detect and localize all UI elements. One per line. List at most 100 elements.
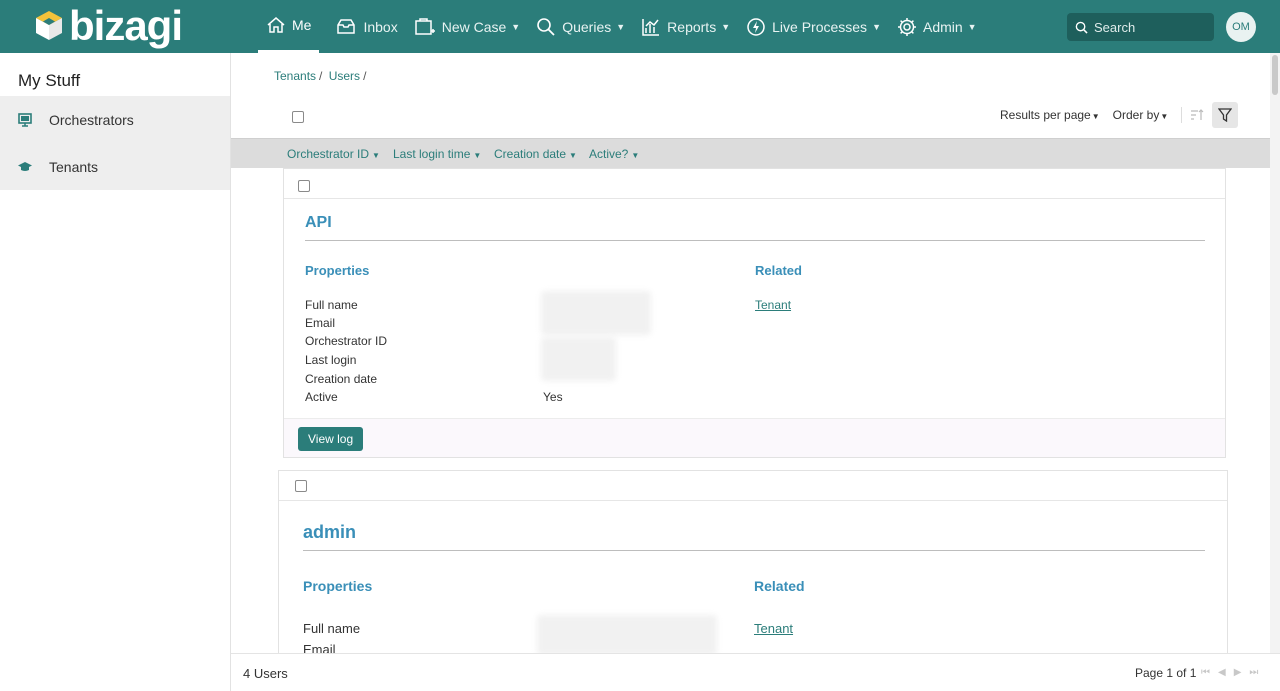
- card-checkbox[interactable]: [298, 180, 310, 192]
- caret-down-icon: ▼: [372, 151, 380, 160]
- redacted-values: [541, 337, 616, 381]
- sidebar-item-label: Orchestrators: [49, 111, 134, 128]
- list-footer: 4 Users Page 1 of 1 ⏮ ◀ ▶ ⏭: [231, 653, 1280, 691]
- nav-live-processes[interactable]: Live Processes ▼: [738, 0, 889, 53]
- sidebar-item-tenants[interactable]: Tenants: [0, 143, 230, 190]
- filter-label: Creation date: [494, 147, 567, 161]
- nav-live-processes-label: Live Processes: [772, 18, 868, 35]
- new-case-icon: [414, 17, 435, 35]
- properties-heading: Properties: [305, 263, 370, 278]
- filter-label: Last login time: [393, 147, 471, 161]
- caret-down-icon: ▼: [1091, 112, 1100, 121]
- nav-reports[interactable]: Reports ▼: [633, 0, 738, 53]
- nav-new-case[interactable]: New Case ▼: [406, 0, 529, 53]
- next-page-icon[interactable]: ▶: [1234, 667, 1242, 678]
- user-card: API Properties Related Full name Email O…: [283, 168, 1226, 458]
- bizagi-logo[interactable]: bizagi: [33, 2, 183, 49]
- sort-icon[interactable]: [1190, 108, 1204, 122]
- prev-page-icon[interactable]: ◀: [1218, 667, 1226, 678]
- card-title: admin: [303, 522, 357, 542]
- filter-last-login-time[interactable]: Last login time ▼: [393, 147, 481, 161]
- sidebar: My Stuff Orchestrators Tenants: [0, 53, 231, 691]
- sidebar-item-orchestrators[interactable]: Orchestrators: [0, 96, 230, 143]
- nav-new-case-label: New Case: [441, 18, 507, 35]
- funnel-icon: [1218, 108, 1233, 122]
- user-card: admin Properties Related Full name Email…: [278, 470, 1228, 670]
- filter-orchestrator-id[interactable]: Orchestrator ID ▼: [287, 147, 380, 161]
- prop-orchestrator-id-label: Orchestrator ID: [305, 334, 388, 348]
- avatar[interactable]: OM: [1226, 12, 1256, 42]
- filter-label: Active?: [589, 147, 629, 161]
- nav-admin[interactable]: Admin ▼: [889, 0, 985, 53]
- scrollbar-track[interactable]: [1270, 53, 1280, 653]
- logo-cube-icon: [36, 11, 62, 40]
- toolbar-divider: [1181, 107, 1183, 123]
- home-icon: [267, 17, 285, 33]
- filter-button[interactable]: [1212, 102, 1239, 128]
- chevron-down-icon: ▼: [511, 21, 521, 32]
- card-checkbox[interactable]: [295, 480, 307, 492]
- card-divider: [303, 550, 1205, 551]
- results-per-page-label: Results per page: [1000, 108, 1091, 122]
- filter-label: Orchestrator ID: [287, 147, 370, 161]
- view-log-button[interactable]: View log: [298, 427, 364, 451]
- card-header: [279, 471, 1227, 501]
- prop-creation-date-label: Creation date: [305, 372, 378, 386]
- card-footer: View log: [284, 418, 1225, 457]
- breadcrumb-users[interactable]: Users: [329, 69, 360, 83]
- chevron-down-icon: ▼: [872, 21, 881, 32]
- main-nav: Me Inbox New Case ▼ Queries ▼ Reports ▼ …: [258, 0, 985, 53]
- graduation-cap-icon: [18, 161, 32, 171]
- nav-inbox-label: Inbox: [363, 18, 398, 35]
- breadcrumb-separator: /: [363, 69, 367, 83]
- nav-me-label: Me: [292, 17, 312, 33]
- chevron-down-icon: ▼: [967, 21, 977, 32]
- nav-queries[interactable]: Queries ▼: [528, 0, 633, 53]
- nav-queries-label: Queries: [562, 18, 612, 35]
- caret-down-icon: ▼: [631, 151, 640, 160]
- sidebar-title: My Stuff: [18, 71, 81, 90]
- order-by-label: Order by: [1112, 108, 1160, 122]
- breadcrumb-separator: /: [319, 69, 323, 83]
- results-per-page-dropdown[interactable]: Results per page▼: [1000, 108, 1100, 122]
- filter-bar: Orchestrator ID ▼ Last login time ▼ Creati…: [231, 138, 1280, 168]
- filter-active[interactable]: Active? ▼: [589, 147, 639, 161]
- first-page-icon[interactable]: ⏮: [1201, 667, 1210, 678]
- sidebar-items: Orchestrators Tenants: [0, 96, 230, 190]
- live-processes-icon: [747, 17, 765, 36]
- user-count: 4 Users: [243, 666, 288, 681]
- list-toolbar: Results per page▼ Order by▼: [1000, 101, 1239, 129]
- related-heading: Related: [755, 263, 802, 278]
- page-indicator: Page 1 of 1: [1135, 666, 1197, 680]
- nav-me[interactable]: Me: [258, 0, 320, 53]
- nav-inbox[interactable]: Inbox: [327, 0, 405, 53]
- last-page-icon[interactable]: ⏭: [1249, 667, 1258, 678]
- search-input[interactable]: [1094, 19, 1204, 35]
- breadcrumb: Tenants / Users /: [274, 69, 369, 83]
- prop-active-label: Active: [305, 390, 338, 404]
- redacted-values: [541, 291, 651, 335]
- reports-icon: [642, 18, 660, 36]
- scrollbar-thumb[interactable]: [1272, 55, 1278, 95]
- prop-email-label: Email: [305, 316, 336, 330]
- related-tenant-link[interactable]: Tenant: [754, 621, 793, 636]
- caret-down-icon: ▼: [569, 151, 577, 160]
- redacted-values: [537, 615, 717, 655]
- monitor-icon: [18, 112, 32, 127]
- nav-reports-label: Reports: [667, 18, 717, 35]
- logo-text: bizagi: [69, 2, 183, 49]
- search-icon: [1075, 21, 1088, 34]
- caret-down-icon: ▼: [1160, 112, 1169, 121]
- chevron-down-icon: ▼: [616, 21, 626, 32]
- breadcrumb-tenants[interactable]: Tenants: [274, 69, 316, 83]
- prop-active-value: Yes: [543, 390, 563, 404]
- filter-creation-date[interactable]: Creation date ▼: [494, 147, 577, 161]
- order-by-dropdown[interactable]: Order by▼: [1113, 108, 1169, 122]
- search-box[interactable]: [1067, 13, 1214, 41]
- chevron-down-icon: ▼: [721, 21, 731, 32]
- top-bar: bizagi Me Inbox New Case ▼ Queries ▼ Rep…: [0, 0, 1280, 53]
- sidebar-item-label: Tenants: [49, 158, 99, 175]
- related-tenant-link[interactable]: Tenant: [755, 298, 791, 312]
- select-all-checkbox[interactable]: [292, 111, 304, 123]
- prop-full-name-label: Full name: [305, 298, 358, 312]
